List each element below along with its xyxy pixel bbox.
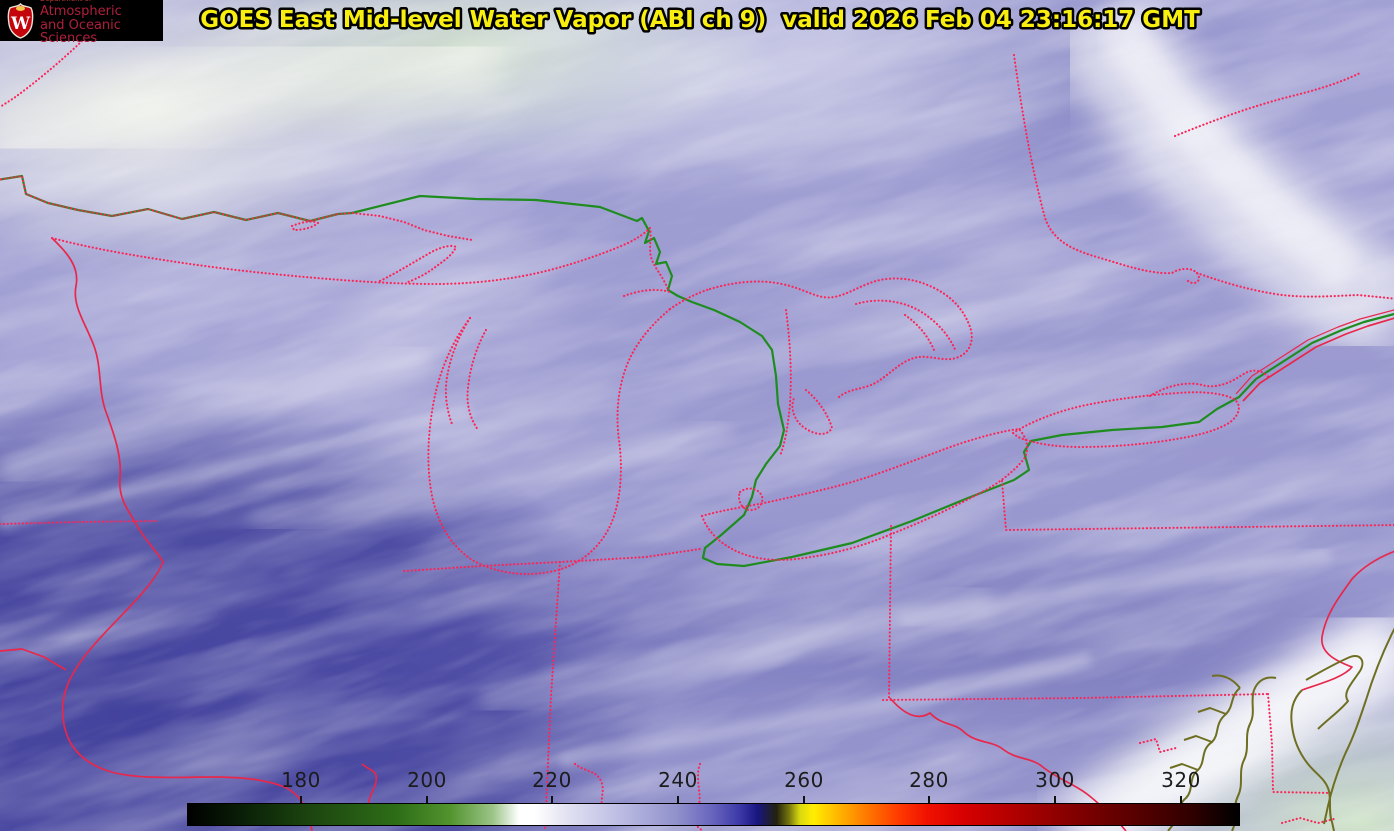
colorbar-label: 260 <box>784 768 824 792</box>
satellite-map <box>0 0 1394 831</box>
colorbar-label: 320 <box>1161 768 1201 792</box>
goes-water-vapor-image: GOES East Mid-level Water Vapor (ABI ch … <box>0 0 1394 831</box>
uw-aos-logo: W Department of Atmospheric and Oceanic … <box>0 0 163 41</box>
colorbar-label: 280 <box>909 768 949 792</box>
colorbar-tick <box>551 796 553 803</box>
logo-line1: Atmospheric <box>40 5 163 18</box>
colorbar-label: 200 <box>407 768 447 792</box>
colorbar-tick <box>426 796 428 803</box>
colorbar-label: 220 <box>532 768 572 792</box>
colorbar-label: 240 <box>658 768 698 792</box>
colorbar-tick <box>677 796 679 803</box>
logo-line2: and Oceanic Sciences <box>40 19 163 45</box>
colorbar <box>187 803 1240 826</box>
colorbar-tick <box>300 796 302 803</box>
colorbar-tick <box>803 796 805 803</box>
logo-department-prefix: Department of <box>40 0 163 3</box>
colorbar-tick <box>1180 796 1182 803</box>
cloud-texture-fine <box>0 0 1394 831</box>
colorbar-tick <box>1054 796 1056 803</box>
water-vapor-background <box>0 0 1394 831</box>
colorbar-tick <box>928 796 930 803</box>
colorbar-label: 300 <box>1035 768 1075 792</box>
uw-crest-icon: W <box>7 3 34 39</box>
colorbar-label: 180 <box>281 768 321 792</box>
logo-text: Department of Atmospheric and Oceanic Sc… <box>40 0 163 45</box>
crest-letter: W <box>10 14 31 34</box>
